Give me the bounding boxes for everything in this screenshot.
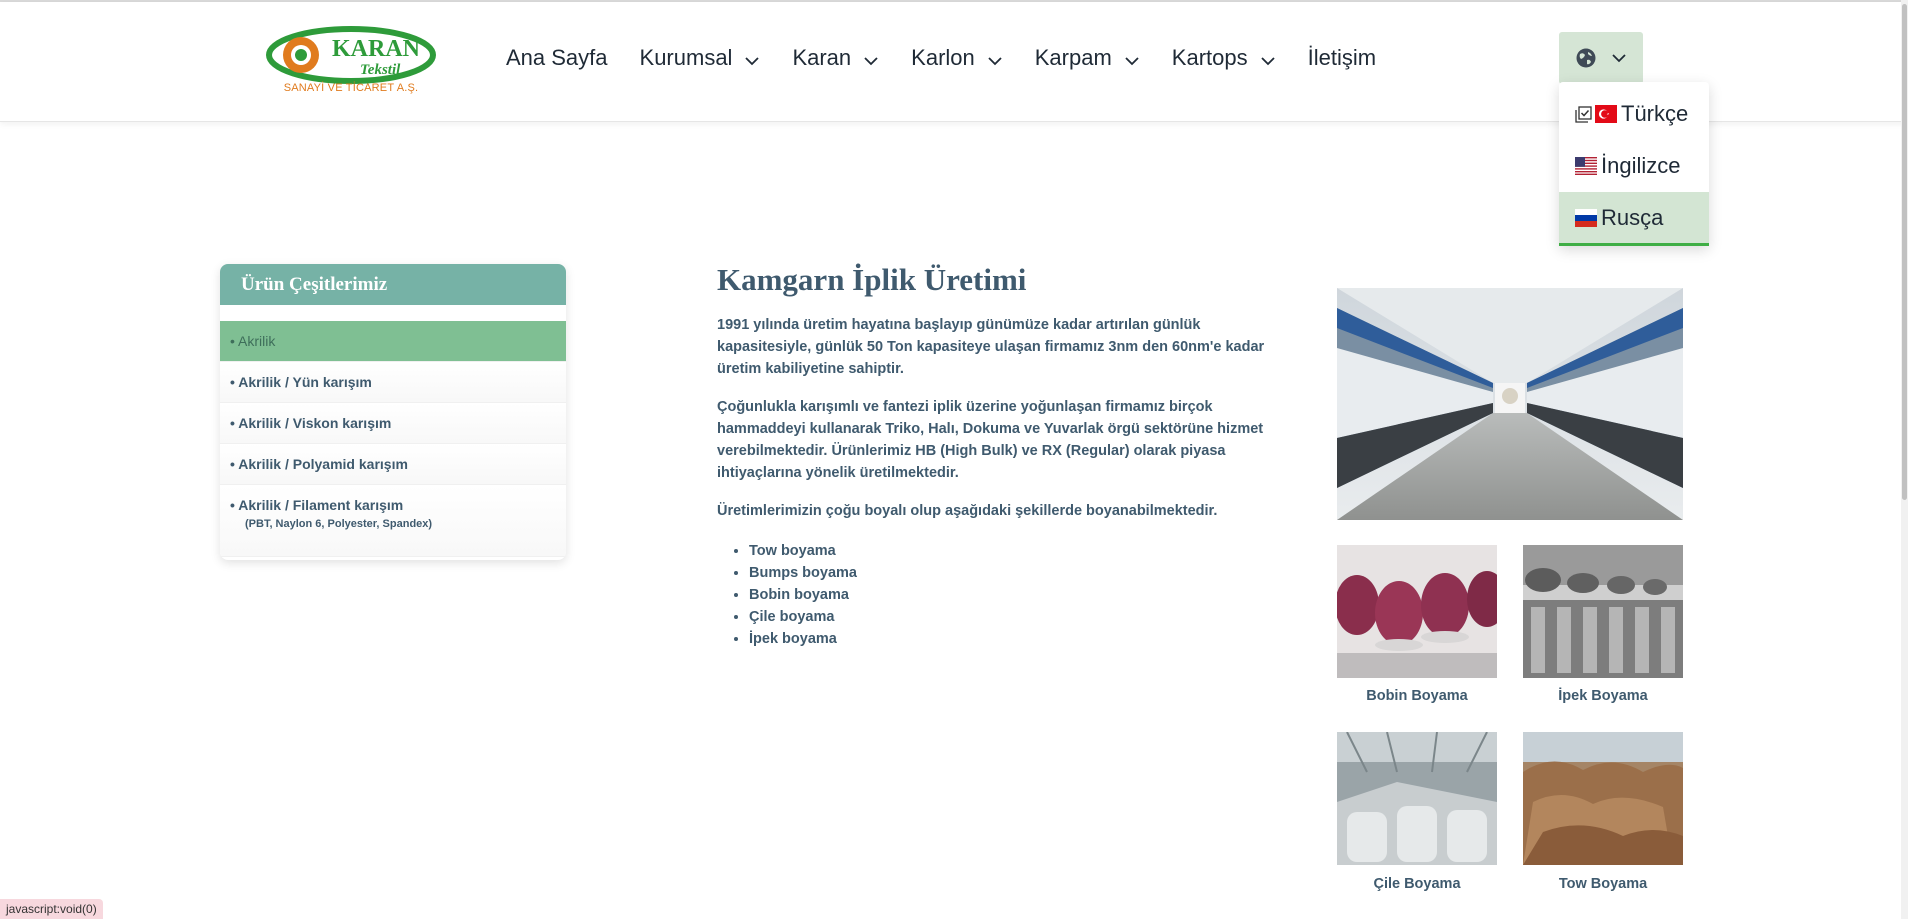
sidebar-item-akrilik-polyamid[interactable]: • Akrilik / Polyamid karışım [220,444,566,485]
cile-boyama-caption: Çile Boyama [1373,876,1461,892]
list-item: Çile boyama [749,606,1297,628]
dyeing-methods-list: Tow boyama Bumps boyama Bobin boyama Çil… [749,540,1297,650]
chevron-down-icon [1125,57,1139,66]
chevron-down-icon [864,57,878,66]
tr-flag-icon [1595,105,1617,123]
us-flag-icon [1575,157,1597,175]
cile-boyama-photo[interactable] [1337,732,1497,865]
list-item: İpek boyama [749,628,1297,650]
dyeing-paragraph: Üretimlerimizin çoğu boyalı olup aşağıda… [717,503,1218,519]
language-option-rusca[interactable]: Rusça [1559,192,1709,246]
product-sidebar: Ürün Çeşitlerimiz • Akrilik • Akrilik / … [220,264,566,560]
sidebar-item-label: • Akrilik / Viskon karışım [230,415,392,431]
ipek-boyama-photo[interactable] [1523,545,1683,678]
language-label: Rusça [1601,204,1664,230]
sidebar-item-label: • Akrilik / Polyamid karışım [230,456,408,472]
site-logo[interactable]: KARAN Tekstil SANAYİ VE TİCARET A.Ş. [266,26,436,100]
karan-logo-mark: KARAN Tekstil [266,26,436,84]
nav-label: İletişim [1307,45,1377,70]
intro-paragraph: 1991 yılında üretim hayatına başlayıp gü… [717,317,1265,377]
chevron-down-icon [1260,57,1275,66]
language-label: İngilizce [1601,153,1681,178]
sidebar-item-akrilik-filament[interactable]: • Akrilik / Filament karışım (PBT, Naylo… [220,485,566,557]
nav-label: Karpam [1034,45,1112,70]
nav-kartops[interactable]: Kartops [1172,45,1276,71]
nav-karpam[interactable]: Karpam [1035,45,1140,71]
nav-karlon[interactable]: Karlon [911,45,1003,71]
sidebar-title: Ürün Çeşitlerimiz [220,264,566,305]
language-label: Türkçe [1621,101,1689,126]
nav-label: Kurumsal [639,45,733,70]
bobin-boyama-caption: Bobin Boyama [1366,688,1468,704]
scrollbar-thumb[interactable] [1902,4,1907,500]
sidebar-item-label: • Akrilik / Yün karışım [230,374,372,390]
language-option-ingilizce[interactable]: İngilizce [1559,140,1709,192]
product-paragraph: Çoğunlukla karışımlı ve fantezi iplik üz… [717,399,1264,481]
spinning-mill-photo[interactable] [1337,288,1683,520]
nav-label: Ana Sayfa [506,45,608,70]
chevron-down-icon [1612,54,1626,63]
nav-kurumsal[interactable]: Kurumsal [640,45,761,71]
nav-label: Karlon [911,45,975,70]
main-nav: Ana Sayfa Kurumsal Karan Karlon Karpam K… [506,2,1408,114]
language-menu: Türkçe İngilizce Rusça [1559,82,1709,246]
ipek-boyama-caption: İpek Boyama [1558,688,1648,704]
chevron-down-icon [988,57,1002,66]
page-title: Kamgarn İplik Üretimi [717,262,1027,297]
sidebar-item-label: • Akrilik / Filament karışım [230,497,404,513]
language-button[interactable] [1559,32,1643,84]
logo-script: Tekstil [360,62,401,78]
tow-boyama-photo[interactable] [1523,732,1683,865]
globe-icon [1576,48,1596,68]
sidebar-list: • Akrilik • Akrilik / Yün karışım • Akri… [220,321,566,557]
logo-subtitle: SANAYİ VE TİCARET A.Ş. [283,82,419,94]
logo-brand: KARAN [332,36,421,62]
checked-icon [1575,106,1592,123]
list-item: Tow boyama [749,540,1297,562]
main-content: Kamgarn İplik Üretimi 1991 yılında üreti… [717,262,1297,650]
nav-iletisim[interactable]: İletişim [1308,45,1376,71]
chevron-down-icon [745,57,760,66]
sidebar-item-label: • Akrilik [230,333,276,349]
nav-label: Kartops [1171,45,1248,70]
browser-status-bar: javascript:void(0) [0,899,103,919]
sidebar-item-akrilik-viskon[interactable]: • Akrilik / Viskon karışım [220,403,566,444]
list-item: Bobin boyama [749,584,1297,606]
ru-flag-icon [1575,208,1597,227]
bobin-boyama-photo[interactable] [1337,545,1497,678]
language-option-turkce[interactable]: Türkçe [1559,88,1709,140]
tow-boyama-caption: Tow Boyama [1558,876,1648,892]
sidebar-item-akrilik-yun[interactable]: • Akrilik / Yün karışım [220,362,566,403]
nav-label: Karan [792,45,852,70]
list-item: Bumps boyama [749,562,1297,584]
nav-ana-sayfa[interactable]: Ana Sayfa [506,45,608,71]
sidebar-item-note: (PBT, Naylon 6, Polyester, Spandex) [245,518,433,530]
sidebar-item-akrilik[interactable]: • Akrilik [220,321,566,362]
nav-karan[interactable]: Karan [792,45,879,71]
